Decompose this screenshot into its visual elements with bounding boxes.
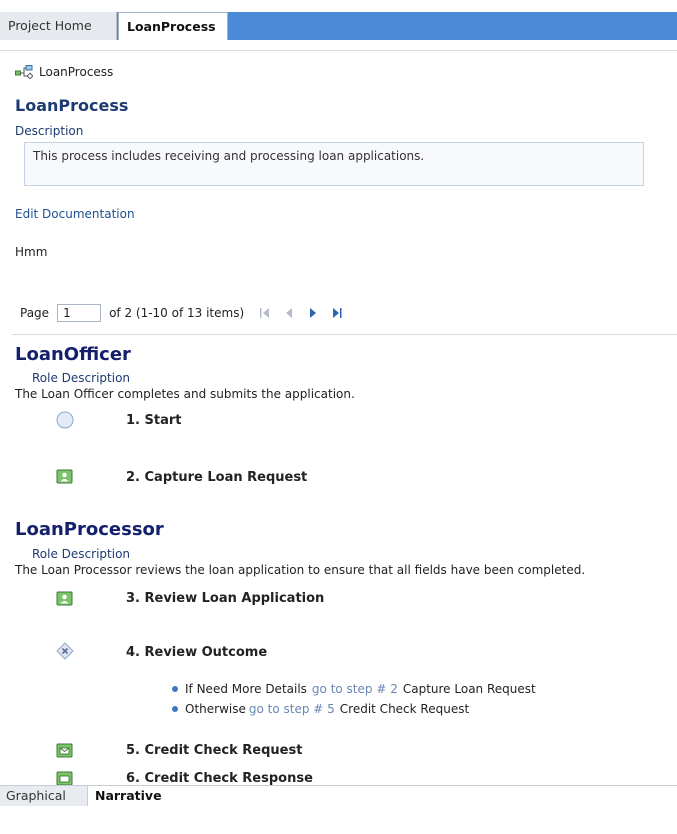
branch-item: Otherwise go to step # 5 Credit Check Re…	[172, 702, 469, 716]
user-task-icon	[56, 591, 73, 606]
role-title-loanofficer: LoanOfficer	[15, 344, 131, 365]
next-page-icon[interactable]	[308, 307, 318, 319]
step-2-label: 2. Capture Loan Request	[126, 470, 308, 485]
tab-project-home[interactable]: Project Home	[0, 12, 117, 40]
branch-condition: If Need More Details	[185, 682, 307, 696]
step-3-label: 3. Review Loan Application	[126, 591, 325, 606]
step-5-label: 5. Credit Check Request	[126, 743, 303, 758]
process-icon	[15, 65, 33, 79]
role-description-label: Role Description	[32, 371, 131, 385]
role-description-label: Role Description	[32, 547, 131, 561]
branch-target: Capture Loan Request	[402, 682, 536, 696]
start-event-icon	[56, 411, 74, 429]
edit-documentation-link[interactable]: Edit Documentation	[15, 207, 135, 221]
role-description-text: The Loan Officer completes and submits t…	[15, 387, 355, 401]
role-title-loanprocessor: LoanProcessor	[15, 519, 164, 540]
branch-condition: Otherwise	[185, 702, 246, 716]
goto-step-link[interactable]: go to step # 2	[312, 682, 398, 696]
page-number-input[interactable]	[57, 304, 102, 322]
content-divider	[12, 334, 677, 335]
description-box: This process includes receiving and proc…	[24, 142, 644, 186]
tab-divider	[0, 50, 677, 51]
step-6-label: 6. Credit Check Response	[126, 771, 313, 786]
description-label: Description	[15, 124, 84, 138]
role-description-text: The Loan Processor reviews the loan appl…	[15, 563, 586, 577]
description-text: This process includes receiving and proc…	[33, 149, 425, 163]
breadcrumb: LoanProcess	[15, 64, 113, 80]
last-page-icon[interactable]	[332, 307, 342, 319]
tab-narrative[interactable]: Narrative	[89, 786, 181, 806]
page-summary: of 2 (1-10 of 13 items)	[109, 306, 245, 320]
tab-graphical[interactable]: Graphical	[0, 786, 88, 806]
breadcrumb-label[interactable]: LoanProcess	[39, 65, 113, 79]
step-1-label: 1. Start	[126, 413, 182, 428]
tab-loanprocess-label: LoanProcess	[127, 19, 216, 34]
first-page-icon[interactable]	[260, 307, 270, 319]
branch-target: Credit Check Request	[339, 702, 470, 716]
pager: Page of 2 (1-10 of 13 items)	[20, 303, 342, 323]
user-task-icon	[56, 469, 73, 484]
documentation-note: Hmm	[15, 245, 48, 259]
previous-page-icon[interactable]	[284, 307, 294, 319]
process-title: LoanProcess	[15, 96, 129, 115]
branch-item: If Need More Details go to step # 2 Capt…	[172, 682, 536, 696]
tab-graphical-label: Graphical	[6, 788, 66, 803]
step-4-label: 4. Review Outcome	[126, 645, 268, 660]
send-task-icon	[56, 743, 73, 758]
goto-step-link[interactable]: go to step # 5	[249, 702, 335, 716]
gateway-icon	[56, 642, 74, 660]
tab-loanprocess[interactable]: LoanProcess	[118, 12, 228, 40]
bullet-icon	[172, 706, 178, 712]
bullet-icon	[172, 686, 178, 692]
page-label: Page	[20, 306, 50, 320]
editor-tab-bar: Project Home LoanProcess	[0, 12, 677, 40]
tab-project-home-label: Project Home	[8, 18, 92, 33]
view-tab-bar: Graphical Narrative	[0, 785, 677, 834]
tab-narrative-label: Narrative	[95, 788, 162, 803]
